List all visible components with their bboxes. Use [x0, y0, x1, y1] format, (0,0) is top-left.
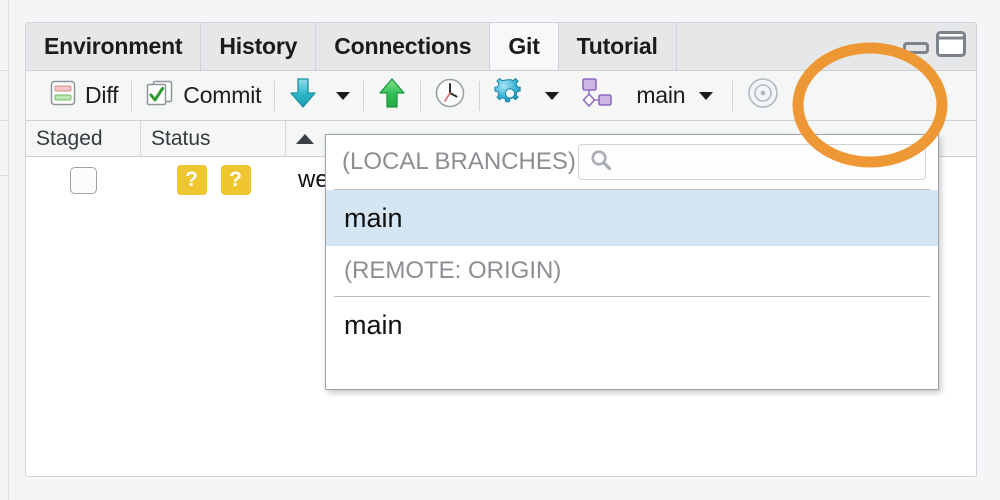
history-button[interactable] [425, 76, 475, 116]
tab-environment[interactable]: Environment [26, 23, 202, 70]
commit-label: Commit [183, 82, 262, 108]
status-badge: ? [176, 165, 207, 195]
sliver-divider [0, 70, 9, 71]
toolbar-separator [274, 80, 276, 111]
column-header-staged[interactable]: Staged [26, 120, 141, 157]
toolbar-separator [363, 80, 365, 111]
tab-label: Connections [334, 33, 472, 59]
remote-branches-caption-row: (REMOTE: ORIGIN) [326, 246, 938, 296]
tab-label: Git [508, 33, 540, 59]
gear-icon [493, 76, 527, 115]
tab-label: Tutorial [576, 33, 658, 59]
column-header-status[interactable]: Status [141, 120, 286, 157]
tab-history[interactable]: History [201, 23, 317, 70]
status-badge: ? [220, 165, 251, 195]
branch-network-icon [577, 76, 613, 115]
branch-dropdown-label: main [636, 82, 686, 108]
toolbar-separator [420, 80, 422, 111]
branch-popup-header: (LOCAL BRANCHES) [326, 135, 938, 189]
refresh-icon [746, 76, 780, 115]
branch-search-input[interactable] [620, 149, 925, 175]
column-header-label: Staged [36, 126, 103, 150]
tab-tutorial[interactable]: Tutorial [558, 23, 677, 70]
branch-option-label: main [344, 202, 403, 233]
sliver-divider [0, 120, 9, 121]
tab-label: History [219, 33, 298, 59]
remote-branches-caption: (REMOTE: ORIGIN) [344, 257, 562, 284]
pull-down-arrow-icon [288, 76, 318, 115]
staged-checkbox[interactable] [70, 166, 97, 194]
tab-git[interactable]: Git [490, 23, 559, 70]
diff-button[interactable]: Diff [40, 76, 127, 116]
pane-window-controls [903, 23, 966, 70]
branch-search-box[interactable] [577, 144, 926, 180]
pull-options-button[interactable] [327, 76, 359, 116]
tab-label: Environment [44, 33, 183, 59]
diff-label: Diff [85, 82, 119, 108]
toolbar-separator [479, 80, 481, 111]
branch-option-label: main [344, 309, 403, 340]
sliver-divider [0, 175, 9, 176]
pane-tab-strip: Environment History Connections Git Tuto… [26, 23, 976, 71]
diff-icon [49, 79, 77, 112]
clock-history-icon [434, 77, 466, 114]
local-branches-caption: (LOCAL BRANCHES) [342, 148, 576, 175]
commit-button[interactable]: Commit [136, 76, 270, 116]
minimize-icon[interactable] [903, 34, 929, 59]
branch-option-remote-main[interactable]: main [326, 297, 938, 353]
git-toolbar: Diff Commit main [26, 71, 976, 121]
more-commands-caret-button[interactable] [536, 76, 568, 116]
toolbar-separator [732, 80, 734, 111]
pull-button[interactable] [279, 76, 327, 116]
status-cell: ? ? [141, 165, 286, 195]
commit-checkbox-icon [145, 79, 175, 112]
column-header-label: Status [151, 126, 211, 150]
refresh-button[interactable] [737, 76, 780, 116]
staged-cell [26, 166, 141, 194]
branch-dropdown-popup: (LOCAL BRANCHES) main (REMOTE: ORIGIN) m… [325, 134, 939, 390]
chevron-down-icon [699, 91, 714, 100]
branch-option-local-main[interactable]: main [326, 190, 938, 246]
push-button[interactable] [368, 76, 416, 116]
tab-connections[interactable]: Connections [316, 23, 491, 70]
push-up-arrow-icon [377, 76, 407, 115]
branch-dropdown-button[interactable]: main [622, 76, 722, 116]
branch-network-button[interactable] [568, 76, 622, 116]
toolbar-separator [131, 80, 133, 111]
chevron-down-icon [545, 91, 560, 100]
more-commands-button[interactable] [484, 76, 536, 116]
adjacent-pane-sliver [0, 0, 9, 500]
sort-ascending-icon [296, 133, 314, 144]
chevron-down-icon [336, 91, 351, 100]
maximize-icon[interactable] [936, 31, 966, 62]
search-icon [589, 148, 613, 177]
